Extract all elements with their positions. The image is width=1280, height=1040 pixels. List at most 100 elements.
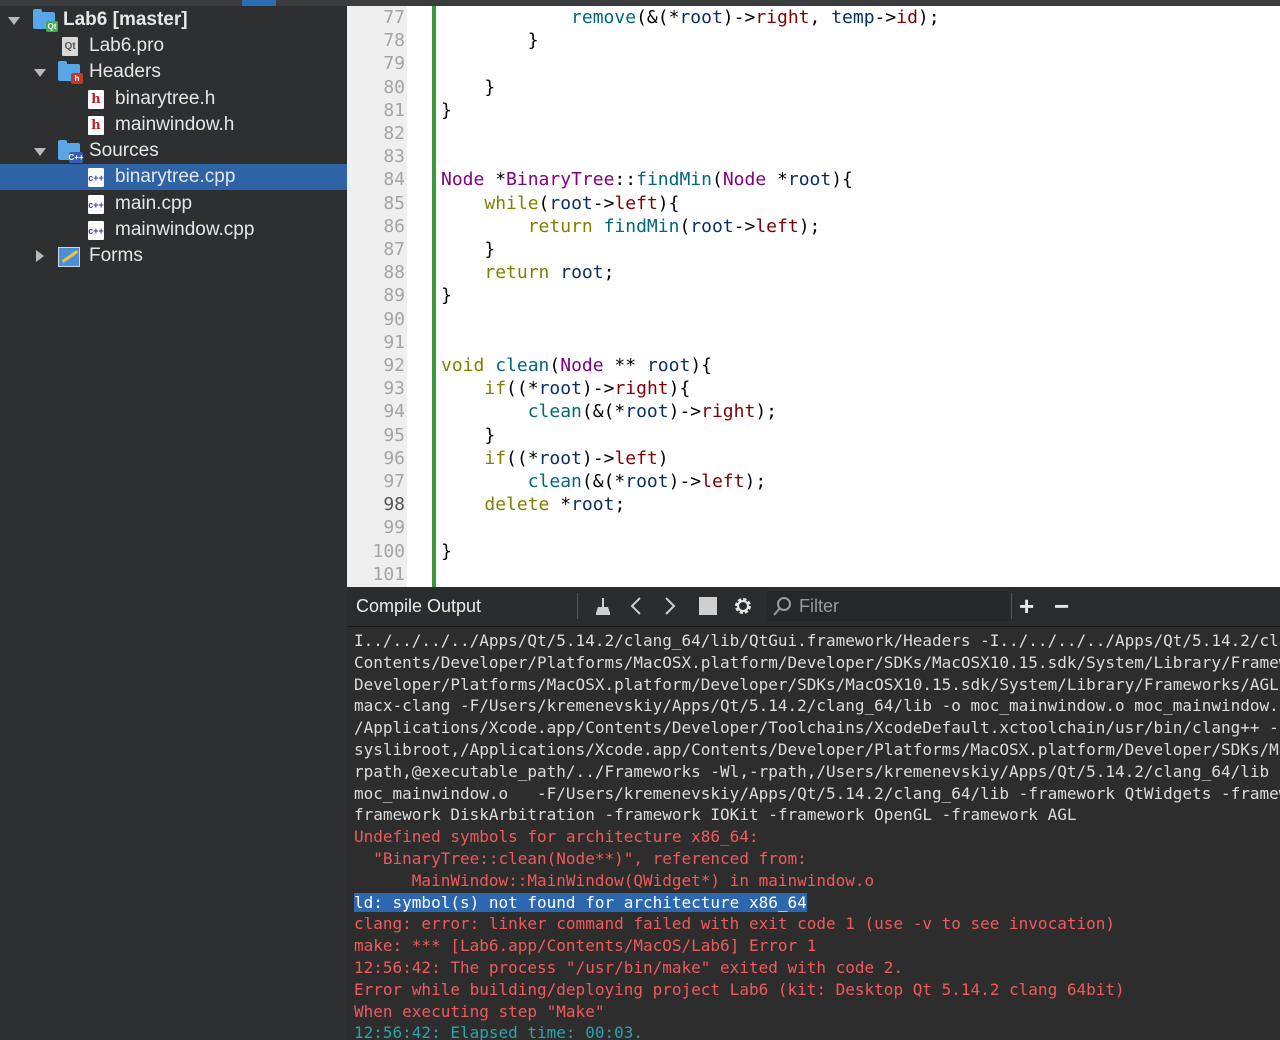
output-line: When executing step "Make" bbox=[354, 1001, 604, 1023]
sources-folder-icon: C++ bbox=[58, 140, 84, 163]
output-line-text: I../../../../Apps/Qt/5.14.2/clang_64/lib… bbox=[354, 631, 1280, 650]
expand-arrow-icon[interactable] bbox=[34, 148, 46, 156]
output-line: rpath,@executable_path/../Frameworks -Wl… bbox=[354, 761, 1280, 783]
output-line-text: macx-clang -F/Users/kremenevskiy/Apps/Qt… bbox=[354, 696, 1280, 716]
line-number: 95 bbox=[383, 424, 405, 446]
code-line: 79 bbox=[347, 52, 1280, 75]
stop-icon[interactable] bbox=[698, 595, 718, 622]
code-line: 99 bbox=[347, 516, 1280, 539]
code-line: 91 bbox=[347, 331, 1280, 354]
tree-item-mainwindow-h[interactable]: h mainwindow.h bbox=[0, 112, 347, 138]
previous-icon[interactable] bbox=[629, 595, 643, 622]
filter-input[interactable]: Filter bbox=[767, 591, 1009, 621]
line-number: 83 bbox=[383, 146, 405, 168]
code-line: 83 bbox=[347, 145, 1280, 168]
output-line-selected: ld: symbol(s) not found for architecture… bbox=[354, 892, 807, 914]
next-icon[interactable] bbox=[663, 595, 677, 622]
line-number: 84 bbox=[383, 169, 405, 191]
code-text: clean(&(*root)->right); bbox=[527, 401, 777, 423]
tree-item-headers[interactable]: h Headers bbox=[0, 59, 347, 85]
tree-item-lab6-pro[interactable]: Qt Lab6.pro bbox=[0, 33, 347, 59]
output-line-text: 12:56:42: Elapsed time: 00:03. bbox=[354, 1023, 643, 1040]
line-number: 87 bbox=[383, 239, 405, 260]
code-text: clean(&(*root)->left); bbox=[527, 471, 767, 492]
code-text: } bbox=[441, 30, 539, 52]
output-line-text: Developer/Platforms/MacOSX.platform/Deve… bbox=[354, 674, 1280, 694]
tree-item-binarytree-h[interactable]: h binarytree.h bbox=[0, 86, 347, 112]
tree-root-lab6[interactable]: Qt Lab6 [master] bbox=[0, 7, 347, 33]
output-line: 12:56:42: Elapsed time: 00:03. bbox=[354, 1022, 643, 1040]
tree-label: Forms bbox=[89, 245, 143, 266]
code-line: 90 bbox=[347, 308, 1280, 331]
line-number: 98 bbox=[383, 494, 405, 516]
expand-arrow-icon[interactable] bbox=[8, 17, 20, 25]
line-number: 85 bbox=[383, 192, 405, 214]
code-text: Node *BinaryTree::findMin(Node *root){ bbox=[441, 169, 853, 191]
remove-pane-button[interactable]: − bbox=[1054, 591, 1069, 622]
line-number: 94 bbox=[383, 401, 405, 423]
tree-label: Headers bbox=[89, 61, 161, 82]
code-line: 86 return findMin(root->left); bbox=[347, 215, 1280, 238]
tree-item-forms[interactable]: Forms bbox=[0, 243, 347, 269]
code-line: 81} bbox=[347, 99, 1280, 122]
cpp-file-icon: c++ bbox=[88, 168, 104, 187]
tree-item-main-cpp[interactable]: c++ main.cpp bbox=[0, 191, 347, 217]
output-line-text: ld: symbol(s) not found for architecture… bbox=[354, 892, 807, 912]
tree-label: binarytree.cpp bbox=[115, 166, 236, 187]
code-text: delete *root; bbox=[484, 494, 626, 516]
line-number: 79 bbox=[383, 53, 405, 75]
output-line-text: framework DiskArbitration -framework IOK… bbox=[354, 805, 1077, 825]
output-line-text: Contents/Developer/Platforms/MacOSX.plat… bbox=[354, 652, 1280, 672]
tree-label: binarytree.h bbox=[115, 88, 216, 109]
output-line: framework DiskArbitration -framework IOK… bbox=[354, 804, 1076, 826]
tree-item-mainwindow-cpp[interactable]: c++ mainwindow.cpp bbox=[0, 217, 347, 243]
sources-badge: C++ bbox=[68, 152, 84, 163]
code-line: 78 } bbox=[347, 29, 1280, 52]
line-number: 78 bbox=[383, 30, 405, 52]
headers-folder-icon: h bbox=[58, 61, 83, 84]
output-line: /Applications/Xcode.app/Contents/Develop… bbox=[354, 717, 1280, 739]
expand-arrow-icon[interactable] bbox=[34, 69, 46, 77]
output-line-text: Undefined symbols for architecture x86_6… bbox=[354, 827, 759, 847]
output-line-text: /Applications/Xcode.app/Contents/Develop… bbox=[354, 718, 1280, 738]
code-line: 84 Node *BinaryTree::findMin(Node *root){ bbox=[347, 168, 1280, 191]
line-number: 96 bbox=[383, 447, 405, 469]
tree-label: Sources bbox=[89, 140, 159, 161]
line-number: 99 bbox=[383, 517, 405, 539]
code-line: 89} bbox=[347, 284, 1280, 307]
output-line: clang: error: linker command failed with… bbox=[354, 913, 1115, 935]
code-text: while(root->left){ bbox=[484, 192, 680, 214]
code-text: return root; bbox=[484, 262, 615, 284]
line-number: 89 bbox=[383, 285, 405, 307]
line-number: 93 bbox=[383, 378, 405, 400]
line-number: 88 bbox=[383, 262, 405, 284]
code-line: 88 return root; bbox=[347, 261, 1280, 284]
separator bbox=[577, 593, 578, 619]
line-number: 97 bbox=[383, 471, 405, 492]
tree-item-binarytree-cpp[interactable]: c++ binarytree.cpp bbox=[0, 164, 347, 190]
code-editor[interactable]: 77 remove(&(*root)->right, temp->id); 78 … bbox=[347, 6, 1280, 587]
code-line: 80 } bbox=[347, 76, 1280, 99]
output-line: MainWindow::MainWindow(QWidget*) in main… bbox=[354, 870, 874, 892]
output-pane-title[interactable]: Compile Output bbox=[356, 596, 481, 617]
tree-label: mainwindow.h bbox=[115, 114, 235, 135]
tree-item-sources[interactable]: C++ Sources bbox=[0, 138, 347, 164]
code-line: 93 if((*root)->right){ bbox=[347, 377, 1280, 400]
tree-label: main.cpp bbox=[115, 193, 193, 214]
tree-label: mainwindow.cpp bbox=[115, 219, 255, 240]
code-text: } bbox=[441, 540, 452, 562]
settings-icon[interactable] bbox=[732, 595, 754, 622]
headers-badge: h bbox=[71, 73, 83, 84]
code-text: } bbox=[441, 239, 496, 260]
collapse-arrow-icon[interactable] bbox=[36, 250, 44, 262]
code-text: if((*root)->left) bbox=[484, 447, 669, 469]
output-line-text: When executing step "Make" bbox=[354, 1001, 605, 1021]
add-pane-button[interactable]: + bbox=[1019, 591, 1034, 622]
clear-icon[interactable] bbox=[592, 595, 614, 622]
code-line: 95 } bbox=[347, 424, 1280, 447]
code-text: remove(&(*root)->right, temp->id); bbox=[571, 7, 940, 28]
compile-output-text[interactable]: I../../../../Apps/Qt/5.14.2/clang_64/lib… bbox=[347, 627, 1280, 1040]
output-line: macx-clang -F/Users/kremenevskiy/Apps/Qt… bbox=[354, 695, 1280, 717]
code-text: } bbox=[441, 76, 496, 98]
output-line: Undefined symbols for architecture x86_6… bbox=[354, 826, 759, 848]
